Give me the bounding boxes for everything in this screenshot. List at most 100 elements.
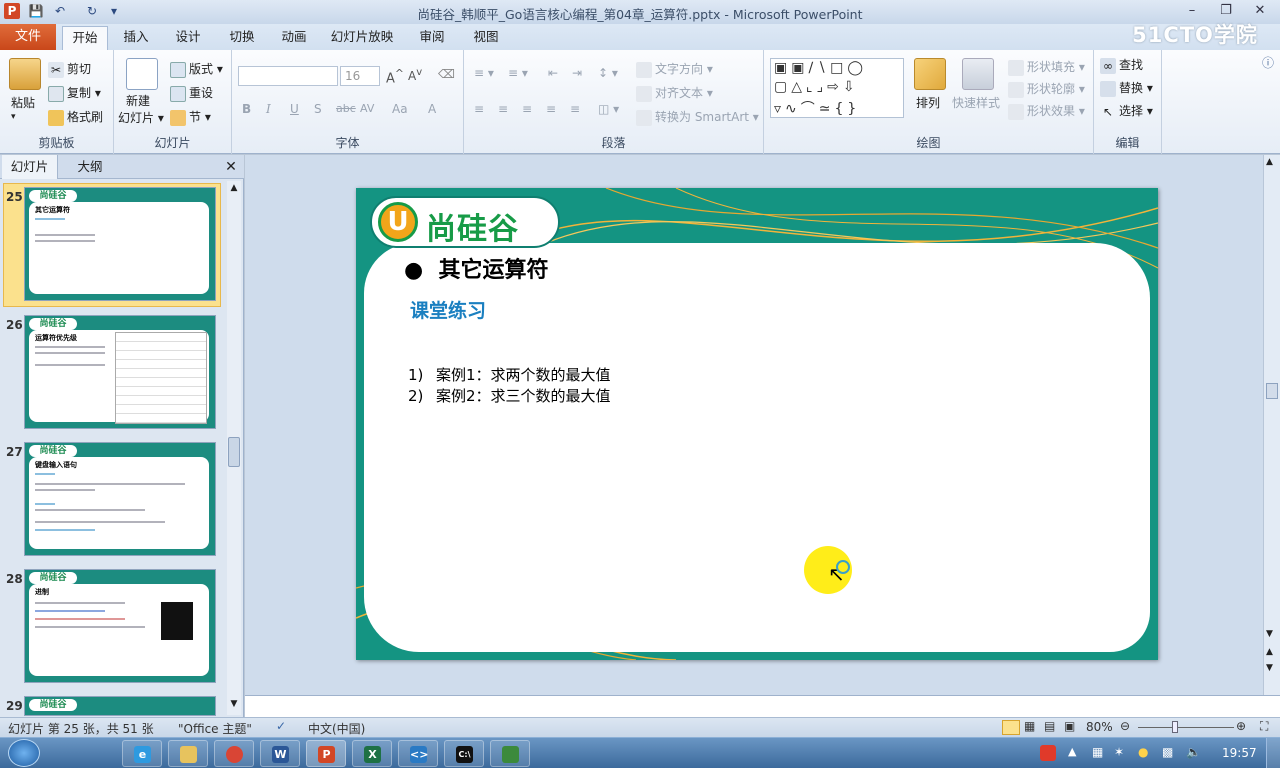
reset-button[interactable]: 重设 — [170, 84, 213, 102]
tray-icon-2[interactable]: ● — [1138, 745, 1148, 759]
normal-view-icon[interactable] — [1002, 720, 1020, 735]
notes-pane[interactable] — [245, 695, 1280, 717]
current-slide[interactable]: U 尚硅谷 ● 其它运算符 课堂练习 1) 案例1：求两个数的最大值 2) 案例2：… — [356, 188, 1158, 660]
cut-button[interactable]: ✂ 剪切 — [48, 60, 91, 78]
slide-thumbnail-28[interactable]: 尚硅谷 进制 — [24, 569, 216, 683]
tab-insert[interactable]: 插入 — [116, 26, 156, 50]
tab-design[interactable]: 设计 — [168, 26, 208, 50]
justify-icon[interactable]: ≡ — [546, 102, 556, 116]
bluetooth-icon[interactable]: ✶ — [1114, 745, 1124, 759]
decrease-indent-icon[interactable]: ⇤ — [548, 66, 558, 80]
tab-file[interactable]: 文件 — [0, 24, 56, 50]
shape-effects-button[interactable]: 形状效果 ▾ — [1008, 102, 1085, 120]
shape-fill-button[interactable]: 形状填充 ▾ — [1008, 58, 1085, 76]
spellcheck-icon[interactable]: ✓ — [276, 719, 286, 733]
tab-view[interactable]: 视图 — [466, 26, 506, 50]
bold-button[interactable]: B — [242, 102, 251, 116]
scrollbar-thumb[interactable] — [1266, 383, 1278, 399]
slide-sorter-icon[interactable]: ▦ — [1024, 719, 1035, 733]
change-case-button[interactable]: Aa — [392, 102, 408, 116]
tab-slideshow[interactable]: 幻灯片放映 — [326, 26, 398, 50]
zoom-level[interactable]: 80% — [1086, 720, 1113, 734]
text-direction-button[interactable]: 文字方向 ▾ — [636, 60, 713, 78]
copy-button[interactable]: 复制 ▾ — [48, 84, 101, 102]
numbering-icon[interactable]: ≡ ▾ — [508, 66, 528, 80]
slide-thumbnail-26[interactable]: 尚硅谷 运算符优先级 — [24, 315, 216, 429]
align-text-button[interactable]: 对齐文本 ▾ — [636, 84, 713, 102]
smartart-button[interactable]: 转换为 SmartArt ▾ — [636, 108, 759, 126]
maximize-button[interactable]: ❐ — [1212, 2, 1240, 20]
italic-button[interactable]: I — [266, 102, 271, 116]
start-button[interactable] — [8, 739, 40, 767]
format-painter-button[interactable]: 格式刷 — [48, 108, 103, 126]
taskbar-word[interactable]: W — [260, 740, 300, 767]
font-name-input[interactable] — [238, 66, 338, 86]
quick-styles-button[interactable]: 快速样式 — [952, 94, 1000, 111]
tray-icon-1[interactable]: ▦ — [1092, 745, 1103, 759]
taskbar-app[interactable] — [490, 740, 530, 767]
new-slide-button[interactable]: 幻灯片 ▾ — [118, 109, 164, 126]
align-center-icon[interactable]: ≡ — [498, 102, 508, 116]
paste-dropdown-icon[interactable]: ▾ — [11, 112, 16, 122]
scroll-up-icon[interactable]: ▲ — [1266, 157, 1273, 167]
thumbnail-scrollbar[interactable]: ▲ ▼ — [227, 181, 241, 715]
tab-transitions[interactable]: 切换 — [222, 26, 262, 50]
slide-thumbnail-25[interactable]: 尚硅谷 其它运算符 — [24, 187, 216, 301]
tray-expand-icon[interactable]: ▲ — [1068, 745, 1076, 758]
columns-icon[interactable]: ◫ ▾ — [598, 102, 619, 116]
replace-button[interactable]: 替换 ▾ — [1100, 79, 1153, 97]
fit-to-window-icon[interactable]: ⛶ — [1260, 719, 1268, 734]
previous-slide-icon[interactable]: ▲ — [1266, 647, 1273, 657]
arrange-button[interactable]: 排列 — [916, 94, 940, 111]
show-desktop-button[interactable] — [1266, 738, 1280, 768]
new-slide-label-1[interactable]: 新建 — [126, 92, 150, 109]
editor-vertical-scrollbar[interactable]: ▲ ▼ ▲ ▼ — [1263, 155, 1280, 695]
tab-animations[interactable]: 动画 — [274, 26, 314, 50]
grow-font-icon[interactable]: A^ — [386, 67, 404, 86]
taskbar-explorer[interactable] — [168, 740, 208, 767]
volume-icon[interactable]: 🔈 — [1186, 745, 1201, 759]
clear-format-icon[interactable]: ⌫ — [438, 67, 455, 81]
reading-view-icon[interactable]: ▤ — [1044, 719, 1055, 733]
strikethrough-button[interactable]: abc — [336, 102, 356, 115]
align-left-icon[interactable]: ≡ — [474, 102, 484, 116]
font-size-input[interactable]: 16 — [340, 66, 380, 86]
line-spacing-icon[interactable]: ↕ ▾ — [598, 66, 618, 80]
next-slide-icon[interactable]: ▼ — [1266, 663, 1273, 673]
taskbar-cmd[interactable]: C:\ — [444, 740, 484, 767]
align-right-icon[interactable]: ≡ — [522, 102, 532, 116]
find-button[interactable]: ∞ 查找 — [1100, 56, 1143, 74]
select-button[interactable]: ↖ 选择 ▾ — [1100, 102, 1153, 120]
shape-outline-button[interactable]: 形状轮廓 ▾ — [1008, 80, 1085, 98]
shrink-font-icon[interactable]: Av — [408, 67, 422, 83]
slideshow-view-icon[interactable]: ▣ — [1064, 719, 1075, 733]
sogou-input-icon[interactable] — [1040, 745, 1056, 761]
zoom-slider-track[interactable] — [1138, 727, 1234, 728]
scroll-down-icon[interactable]: ▼ — [1266, 629, 1273, 639]
close-button[interactable]: ✕ — [1246, 2, 1274, 20]
scrollbar-thumb[interactable] — [228, 437, 240, 467]
char-spacing-button[interactable]: AV — [360, 102, 374, 115]
slide-thumbnail-27[interactable]: 尚硅谷 键盘输入语句 — [24, 442, 216, 556]
underline-button[interactable]: U — [290, 102, 299, 116]
zoom-slider-thumb[interactable] — [1172, 721, 1178, 733]
help-icon[interactable]: ⓘ — [1262, 54, 1274, 71]
section-button[interactable]: 节 ▾ — [170, 108, 211, 126]
tab-outline[interactable]: 大纲 — [62, 155, 118, 179]
paste-button[interactable]: 粘贴 — [11, 94, 35, 111]
language-status[interactable]: 中文(中国) — [308, 720, 365, 737]
taskbar-powerpoint[interactable]: P — [306, 740, 346, 767]
network-icon[interactable]: ▩ — [1162, 745, 1173, 759]
zoom-out-icon[interactable]: ⊖ — [1120, 719, 1130, 733]
slide-thumbnail-29[interactable]: 尚硅谷 — [24, 696, 216, 716]
clock[interactable]: 19:57 — [1222, 746, 1257, 760]
taskbar-ie[interactable]: e — [122, 740, 162, 767]
bullets-icon[interactable]: ≡ ▾ — [474, 66, 494, 80]
taskbar-excel[interactable]: X — [352, 740, 392, 767]
font-color-icon[interactable]: A — [428, 102, 436, 116]
scroll-down-icon[interactable]: ▼ — [228, 699, 240, 711]
zoom-in-icon[interactable]: ⊕ — [1236, 719, 1246, 733]
tab-slides[interactable]: 幻灯片 — [2, 155, 58, 179]
distribute-icon[interactable]: ≡ — [570, 102, 580, 116]
taskbar-chrome[interactable] — [214, 740, 254, 767]
